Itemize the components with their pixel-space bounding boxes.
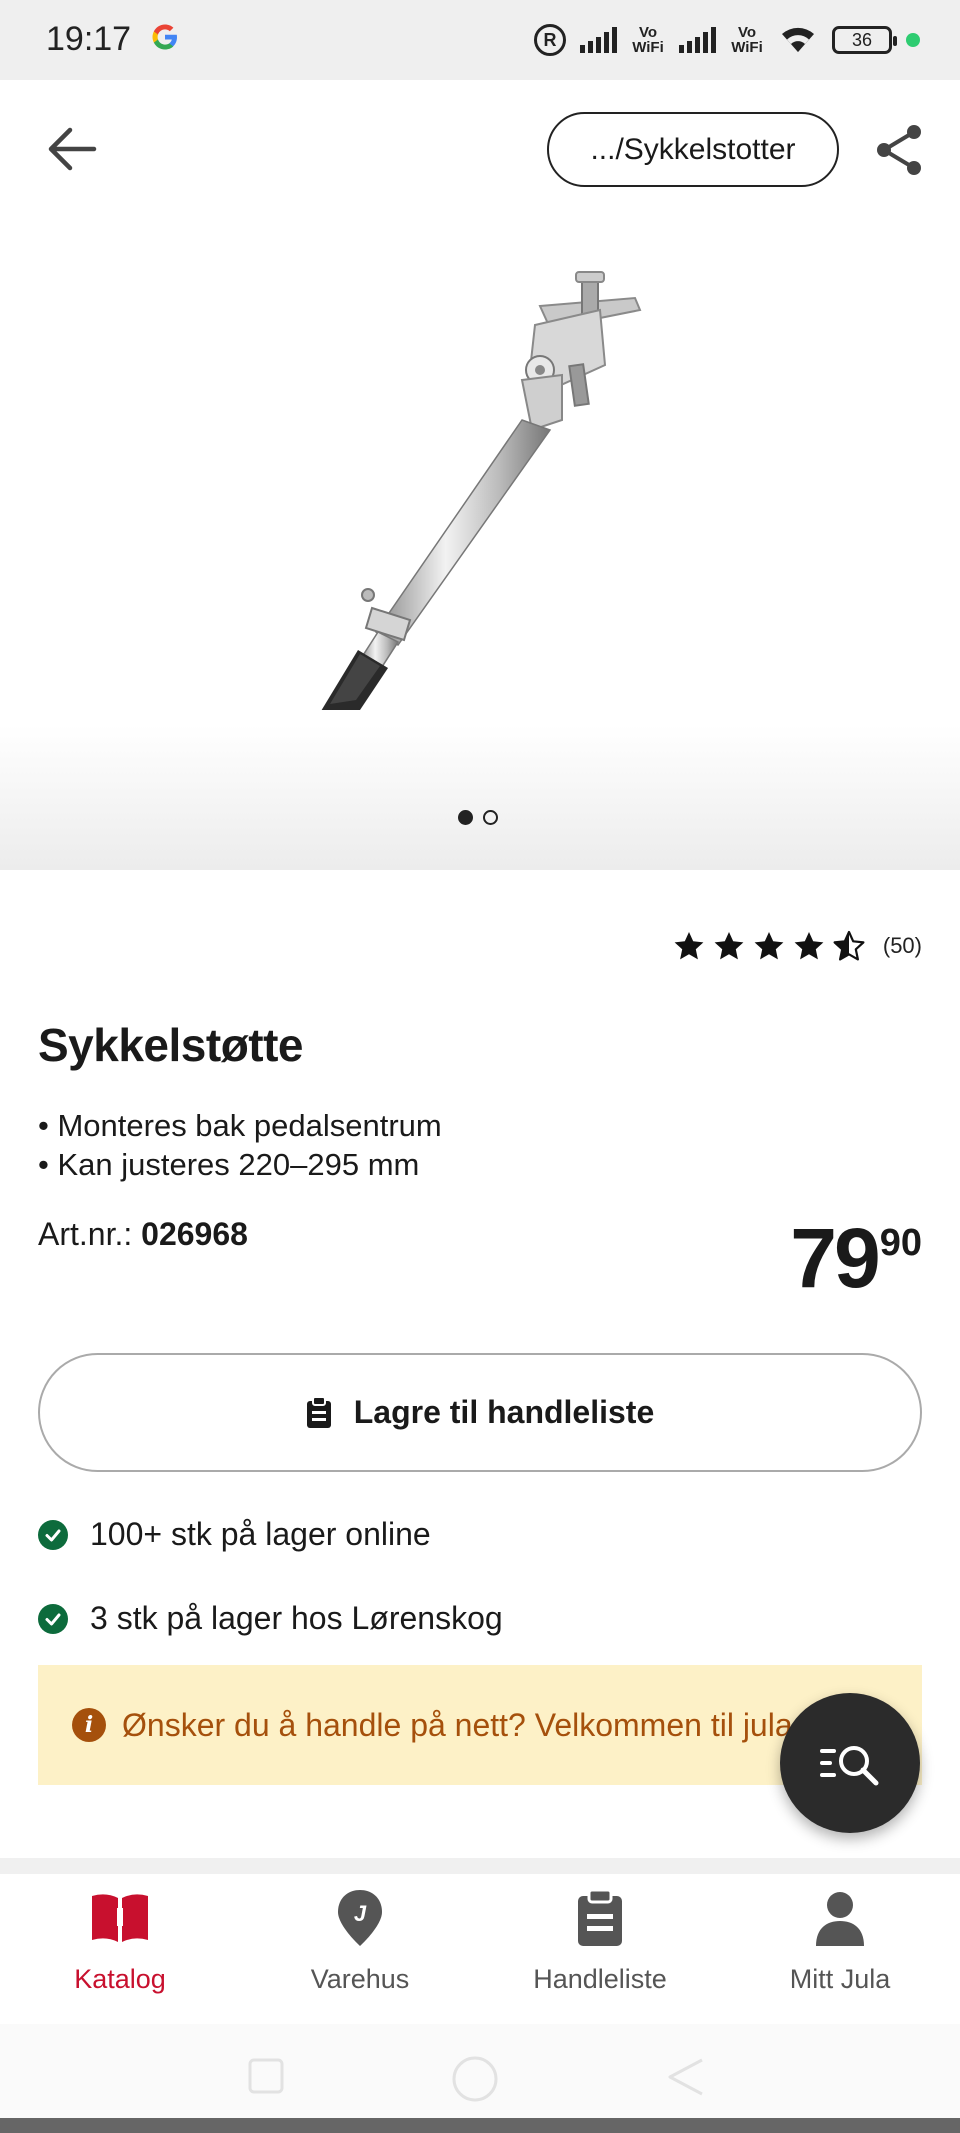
status-bar: 19:17 R Vo WiFi Vo WiFi 36 xyxy=(0,0,960,80)
signal-icon xyxy=(580,27,617,53)
product-rating[interactable]: (50) xyxy=(673,930,922,962)
star-half-icon xyxy=(833,930,865,961)
stock-store[interactable]: 3 stk på lager hos Lørenskog xyxy=(38,1600,503,1637)
gesture-bar xyxy=(0,2118,960,2133)
save-to-list-button[interactable]: Lagre til handleliste xyxy=(38,1353,922,1472)
bottom-navigation: Katalog J Varehus Handleliste Mitt Jula xyxy=(0,1874,960,2024)
nav-item-handleliste[interactable]: Handleliste xyxy=(480,1874,720,2024)
clipboard-icon xyxy=(578,1888,622,1946)
user-icon xyxy=(816,1892,864,1946)
system-navigation-bar xyxy=(0,2024,960,2120)
clipboard-icon xyxy=(306,1396,331,1428)
star-filled-icon xyxy=(674,932,704,960)
stock-store-text: 3 stk på lager hos Lørenskog xyxy=(90,1600,503,1636)
back-arrow-icon[interactable] xyxy=(44,124,100,174)
camera-indicator-dot xyxy=(906,33,920,47)
bullet-item: • Kan justeres 220–295 mm xyxy=(38,1147,420,1182)
wifi-icon xyxy=(782,27,814,52)
nav-label: Handleliste xyxy=(533,1964,667,1994)
book-icon xyxy=(92,1894,148,1942)
artnr-value: 026968 xyxy=(141,1216,248,1252)
price: 79 90 xyxy=(790,1216,922,1300)
search-fab-button[interactable] xyxy=(780,1693,920,1833)
stock-online: 100+ stk på lager online xyxy=(38,1516,431,1553)
vowifi-label-1: Vo WiFi xyxy=(632,24,664,56)
rating-stars xyxy=(673,930,865,962)
recent-apps-icon[interactable] xyxy=(248,2058,284,2094)
gallery-pagination[interactable] xyxy=(458,810,498,825)
rating-count: (50) xyxy=(882,933,922,958)
notice-text: Ønsker du å handle på nett? Velkommen ti… xyxy=(122,1706,838,1743)
star-filled-icon xyxy=(794,932,824,960)
stock-online-text: 100+ stk på lager online xyxy=(90,1516,431,1552)
article-number: Art.nr.: 026968 xyxy=(38,1216,248,1253)
home-icon[interactable] xyxy=(450,2054,500,2104)
nav-label: Katalog xyxy=(74,1964,166,1994)
nav-label: Varehus xyxy=(310,1964,410,1994)
product-gallery[interactable] xyxy=(0,210,960,870)
artnr-label: Art.nr.: xyxy=(38,1216,133,1252)
star-filled-icon xyxy=(754,932,784,960)
back-nav-icon[interactable] xyxy=(666,2058,706,2096)
gallery-dot-1[interactable] xyxy=(458,810,473,825)
nav-label: Mitt Jula xyxy=(789,1964,891,1994)
save-button-label: Lagre til handleliste xyxy=(353,1394,655,1430)
price-decimals: 90 xyxy=(879,1222,922,1264)
check-circle-icon xyxy=(38,1519,68,1550)
star-filled-icon xyxy=(714,932,744,960)
gallery-dot-2[interactable] xyxy=(483,810,498,825)
nav-item-katalog[interactable]: Katalog xyxy=(0,1874,240,2024)
status-time: 19:17 xyxy=(46,20,132,58)
svg-text:J: J xyxy=(354,1901,367,1926)
battery-icon: 36 xyxy=(832,26,897,54)
search-list-icon xyxy=(820,1746,879,1786)
location-pin-icon: J xyxy=(338,1890,382,1946)
price-main: 79 xyxy=(790,1211,880,1305)
signal-icon-2 xyxy=(679,27,716,53)
share-icon[interactable] xyxy=(872,122,926,178)
nav-divider xyxy=(0,1858,960,1874)
nav-item-varehus[interactable]: J Varehus xyxy=(240,1874,480,2024)
breadcrumb-button[interactable]: .../Sykkelstotter xyxy=(547,112,839,187)
google-icon xyxy=(152,24,177,50)
registered-icon: R xyxy=(534,24,566,56)
product-image-kickstand xyxy=(321,271,642,710)
nav-item-mitt-jula[interactable]: Mitt Jula xyxy=(720,1874,960,2024)
product-bullets: • Monteres bak pedalsentrum • Kan juster… xyxy=(38,1106,442,1184)
vowifi-label-2: Vo WiFi xyxy=(731,24,763,56)
check-circle-icon xyxy=(38,1603,68,1634)
bullet-item: • Monteres bak pedalsentrum xyxy=(38,1108,442,1143)
product-title: Sykkelstøtte xyxy=(38,1019,304,1071)
info-icon: i xyxy=(72,1708,106,1742)
